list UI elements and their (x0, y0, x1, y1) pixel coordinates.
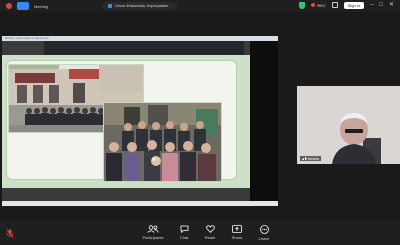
close-button[interactable]: ✕ (389, 1, 394, 9)
sign-in-button[interactable]: Sign in (343, 1, 364, 9)
window-title-area: Meeting (6, 2, 48, 10)
chat-icon (180, 225, 188, 233)
mic-muted-icon (6, 225, 14, 243)
share-label: Share (231, 235, 243, 240)
shared-screen[interactable]: Вистаі, Ушки цвіла є прелестні... (2, 36, 278, 206)
top-right-controls: REC Sign in – □ ✕ (299, 1, 394, 9)
participant-name: Наталія (306, 156, 320, 161)
react-button[interactable]: React (195, 225, 225, 240)
shared-black-area (250, 41, 278, 201)
minimize-button[interactable]: – (370, 1, 373, 9)
leave-button[interactable]: Leave (249, 225, 279, 241)
participant-video-tile[interactable]: Наталія (297, 86, 400, 164)
meeting-toolbar: Participants Chat React Share Leave (0, 220, 400, 245)
participant-name-tag: Наталія (300, 156, 322, 161)
more-icon (259, 225, 269, 234)
recording-indicator[interactable]: REC (311, 2, 326, 8)
participants-label: Participants (142, 235, 164, 240)
participants-button[interactable]: Participants (138, 225, 168, 240)
top-bar: Meeting Ольга Філімонова, Корпоративн...… (0, 0, 400, 12)
maximize-button[interactable]: □ (379, 1, 383, 9)
shared-status-bar (2, 201, 278, 206)
sharing-label: Ольга Філімонова, Корпоративн... (115, 4, 172, 8)
share-button[interactable]: Share (222, 225, 252, 240)
slide-photo-group-indoors (103, 102, 222, 182)
app-status-dot (6, 3, 12, 9)
leave-label: Leave (258, 236, 270, 241)
zoom-app-icon (17, 2, 29, 10)
rec-dot-icon (311, 3, 316, 7)
chat-label: Chat (179, 235, 189, 240)
share-screen-icon (232, 225, 242, 233)
participants-icon (147, 225, 159, 233)
window-title: Meeting (34, 3, 49, 9)
rec-label: REC (317, 2, 326, 8)
react-label: React (204, 235, 216, 240)
security-shield-icon[interactable] (299, 1, 306, 9)
presentation-slide (2, 55, 250, 188)
audio-button[interactable] (6, 225, 14, 243)
screen-share-icon (108, 4, 112, 8)
participant-video (297, 86, 400, 164)
audio-level-icon (302, 157, 306, 160)
heart-icon (205, 225, 215, 233)
photo-indoors-image (104, 103, 221, 181)
view-options-icon[interactable] (331, 2, 338, 8)
sharing-indicator[interactable]: Ольга Філімонова, Корпоративн... (102, 2, 178, 10)
